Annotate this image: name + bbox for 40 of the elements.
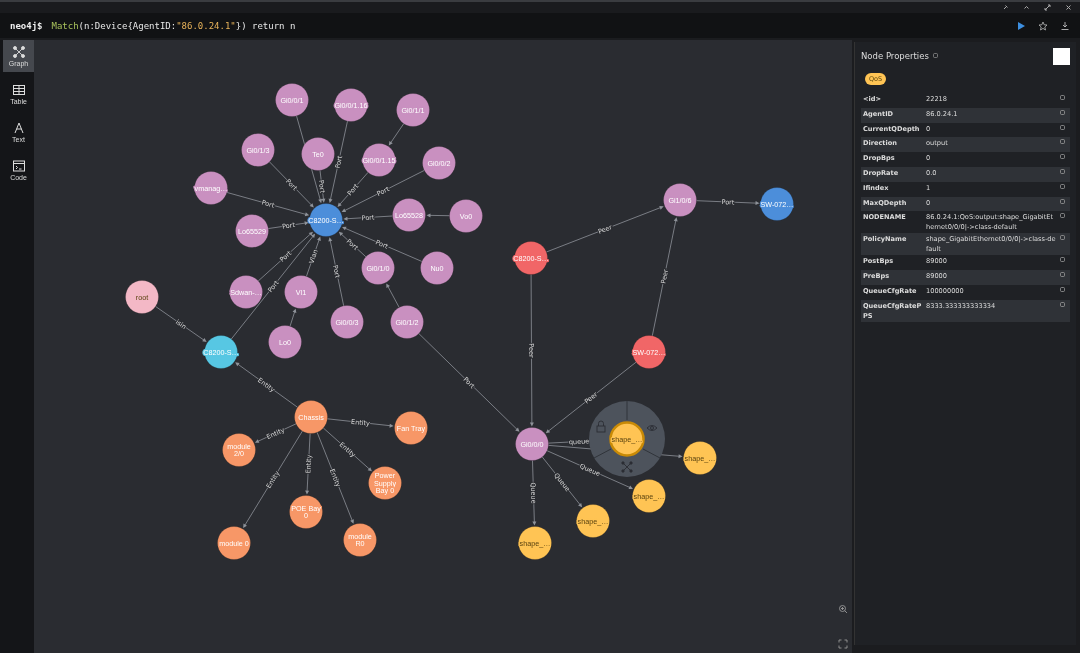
copy-icon[interactable] <box>1060 169 1066 175</box>
copy-icon[interactable] <box>1060 154 1066 161</box>
edge-arrow[interactable] <box>230 233 316 340</box>
star-icon[interactable] <box>1038 20 1048 31</box>
play-icon[interactable] <box>1016 20 1026 31</box>
query-editor[interactable]: Match(n:Device{AgentID:"86.0.24.1"}) return n <box>51 20 1016 31</box>
edge-arrow[interactable] <box>338 231 367 258</box>
zoom-in-icon[interactable] <box>838 604 848 614</box>
copy-icon[interactable] <box>1060 257 1066 264</box>
code-icon <box>11 159 26 173</box>
copy-icon[interactable] <box>1060 124 1066 131</box>
copy-icon[interactable] <box>1060 235 1066 242</box>
edge-arrow[interactable] <box>343 215 393 221</box>
edge-arrow[interactable] <box>426 213 450 218</box>
edge-arrow[interactable] <box>289 308 297 327</box>
copy-icon[interactable] <box>1060 95 1066 101</box>
prompt-label: neo4j$ <box>10 20 43 31</box>
panel-title: Node Properties <box>861 51 929 61</box>
copy-icon[interactable] <box>932 53 939 59</box>
copy-icon[interactable] <box>1060 139 1066 146</box>
caret-up-icon[interactable] <box>1023 4 1030 11</box>
download-icon[interactable] <box>1060 20 1070 31</box>
expand-icon[interactable] <box>1044 4 1051 11</box>
pin-icon[interactable] <box>1002 4 1009 11</box>
copy-icon[interactable] <box>1060 183 1066 190</box>
text-icon <box>11 121 26 135</box>
copy-icon[interactable] <box>1060 301 1066 308</box>
edge-arrow[interactable] <box>529 274 534 427</box>
panel-toggle-button[interactable] <box>1053 47 1070 65</box>
edge-arrow[interactable] <box>328 237 345 307</box>
copy-icon[interactable] <box>1060 198 1066 205</box>
graph-icon <box>11 45 26 59</box>
close-icon[interactable] <box>1065 4 1072 11</box>
edge-arrow[interactable] <box>337 171 369 207</box>
table-icon <box>11 83 26 97</box>
copy-icon[interactable] <box>1060 213 1066 220</box>
edge-arrow[interactable] <box>254 423 297 443</box>
copy-icon[interactable] <box>1060 109 1066 116</box>
edge-arrow[interactable] <box>545 361 637 434</box>
fit-icon[interactable] <box>838 639 848 649</box>
